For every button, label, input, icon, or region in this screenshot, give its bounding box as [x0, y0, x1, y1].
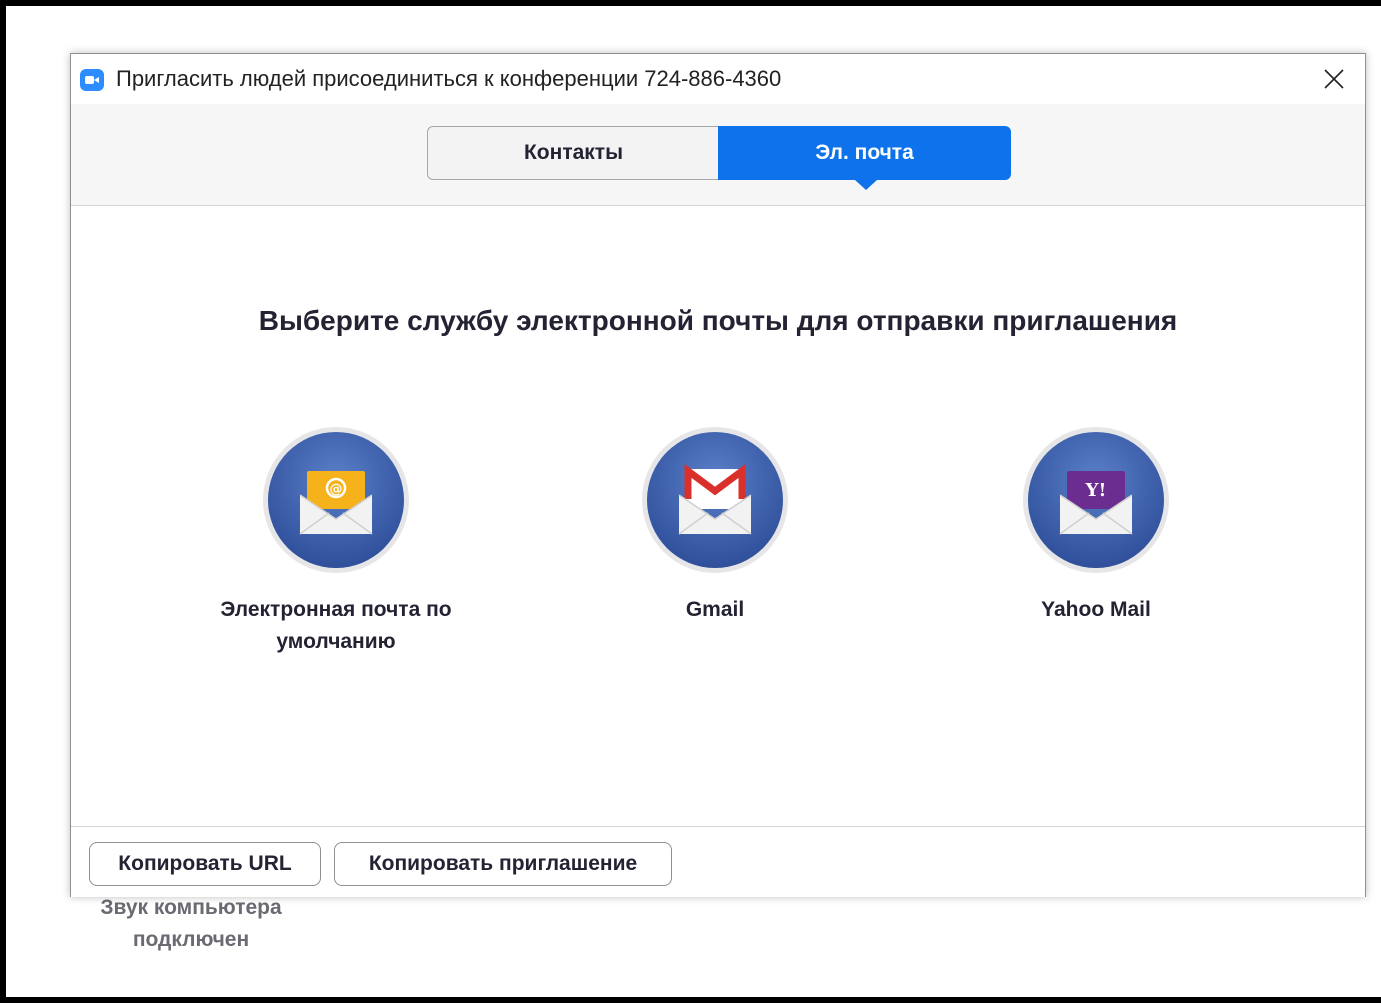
zoom-app-icon [80, 69, 104, 91]
dialog-footer: Копировать URL Копировать приглашение [71, 826, 1365, 897]
page-heading: Выберите службу электронной почты для от… [258, 305, 1178, 336]
yahoo-mail-label: Yahoo Mail [1041, 598, 1151, 621]
active-tab-pointer [855, 180, 877, 190]
svg-text:@: @ [330, 482, 343, 497]
tab-bar: Контакты Эл. почта [71, 104, 1365, 206]
title-bar: Пригласить людей присоединиться к конфер… [71, 54, 1365, 104]
copy-invitation-button[interactable]: Копировать приглашение [334, 842, 672, 886]
yahoo-mail-icon: Y! [1023, 427, 1169, 573]
svg-text:Y!: Y! [1085, 480, 1107, 501]
gmail-label: Gmail [685, 598, 745, 621]
tab-group: Контакты Эл. почта [427, 126, 1011, 190]
default-email-icon: @ [263, 427, 409, 573]
close-button[interactable] [1299, 54, 1365, 104]
dialog-title: Пригласить людей присоединиться к конфер… [116, 66, 782, 91]
copy-url-button[interactable]: Копировать URL [89, 842, 321, 886]
gmail-icon [642, 427, 788, 573]
tab-contacts[interactable]: Контакты [427, 126, 719, 180]
default-email-label: Электронная почта по умолчанию [220, 598, 452, 653]
invite-dialog: Пригласить людей присоединиться к конфер… [70, 53, 1366, 897]
tab-email[interactable]: Эл. почта [718, 126, 1011, 180]
close-icon [1324, 69, 1344, 89]
audio-status-text: Звук компьютера подключен [100, 896, 282, 951]
